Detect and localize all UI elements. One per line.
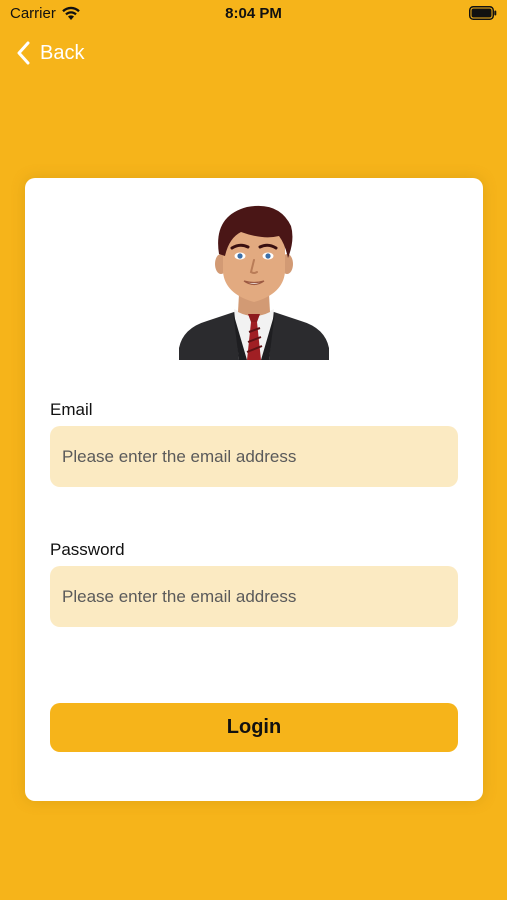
- chevron-left-icon: [17, 41, 30, 65]
- battery-icon: [469, 6, 497, 20]
- login-screen: Carrier 8:04 PM Back Email Please enter …: [0, 0, 507, 900]
- password-field[interactable]: [50, 566, 458, 627]
- back-label: Back: [40, 41, 85, 64]
- login-button[interactable]: Login: [50, 703, 458, 752]
- login-card: Email Password Login: [25, 178, 483, 801]
- businessman-avatar-icon: [179, 205, 329, 360]
- password-label: Password: [50, 540, 125, 559]
- email-field[interactable]: [50, 426, 458, 487]
- status-bar: Carrier 8:04 PM: [0, 0, 507, 28]
- email-label: Email: [50, 400, 93, 419]
- back-button[interactable]: Back: [16, 38, 84, 68]
- clock: 8:04 PM: [225, 5, 282, 22]
